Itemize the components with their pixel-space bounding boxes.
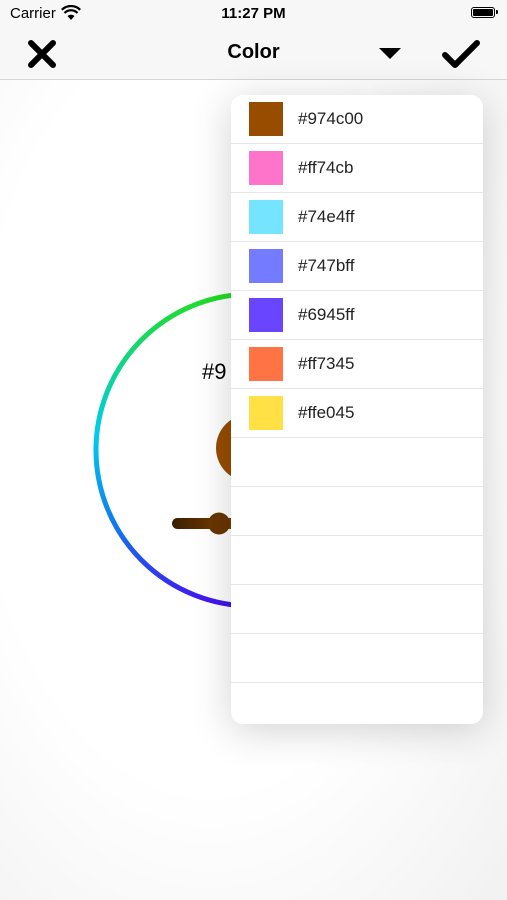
- navigation-bar: Color: [0, 28, 507, 80]
- palette-row[interactable]: #747bff: [231, 242, 483, 291]
- color-swatch: [249, 298, 283, 332]
- chevron-down-icon[interactable]: [376, 42, 404, 64]
- battery-icon: [471, 7, 498, 18]
- color-swatch: [249, 102, 283, 136]
- empty-palette-row: [231, 634, 483, 683]
- palette-row[interactable]: #ff7345: [231, 340, 483, 389]
- color-hex-label: #6945ff: [298, 305, 355, 324]
- empty-palette-row: [231, 585, 483, 634]
- empty-palette-row: [231, 683, 483, 724]
- color-hex-label: #747bff: [298, 256, 355, 275]
- palette-row[interactable]: #ffe045: [231, 389, 483, 438]
- brightness-slider-handle[interactable]: [208, 512, 230, 535]
- color-hex-label: #974c00: [298, 109, 364, 128]
- color-hex-label: #ff7345: [298, 354, 355, 373]
- palette-row[interactable]: #6945ff: [231, 291, 483, 340]
- palette-row[interactable]: #ff74cb: [231, 144, 483, 193]
- palette-row[interactable]: #974c00: [231, 95, 483, 144]
- color-swatch: [249, 151, 283, 185]
- color-swatch: [249, 249, 283, 283]
- color-palette-popover: #974c00 #ff74cb #74e4ff #747bff #6945ff #ff73…: [231, 95, 483, 724]
- color-swatch: [249, 200, 283, 234]
- color-hex-label: #ffe045: [298, 403, 355, 422]
- empty-palette-row: [231, 487, 483, 536]
- selected-hex-label: #9: [202, 359, 227, 384]
- palette-row[interactable]: #74e4ff: [231, 193, 483, 242]
- empty-palette-row: [231, 536, 483, 585]
- page-title: Color: [227, 41, 280, 63]
- clock-time: 11:27 PM: [221, 5, 286, 22]
- color-hex-label: #ff74cb: [298, 158, 354, 177]
- color-swatch: [249, 347, 283, 381]
- status-bar: Carrier 11:27 PM: [0, 0, 507, 28]
- color-swatch: [249, 396, 283, 430]
- empty-palette-row: [231, 438, 483, 487]
- checkmark-icon[interactable]: [441, 38, 481, 70]
- color-hex-label: #74e4ff: [298, 207, 355, 226]
